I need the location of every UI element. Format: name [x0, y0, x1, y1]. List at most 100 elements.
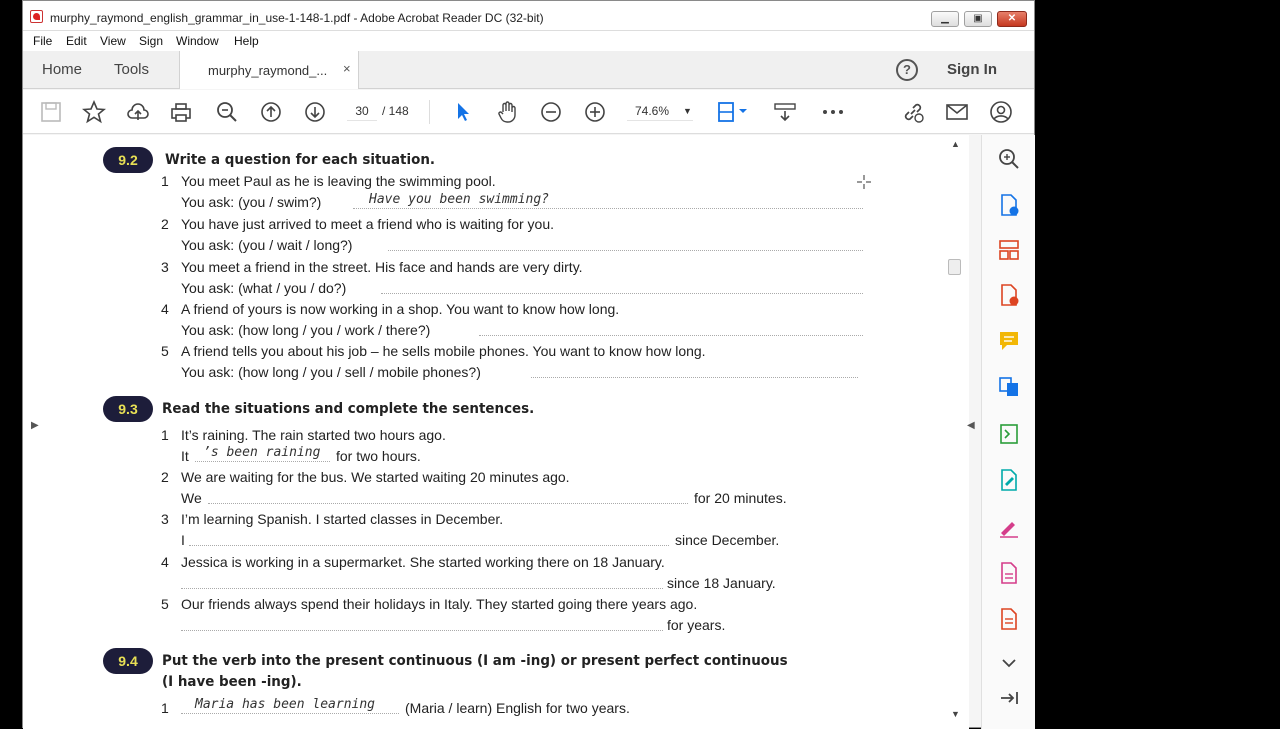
answer-line	[181, 630, 663, 631]
item-start: I	[181, 532, 185, 548]
share-link-icon[interactable]	[901, 100, 925, 124]
menu-edit[interactable]: Edit	[66, 34, 87, 48]
next-page-icon[interactable]	[303, 100, 327, 124]
close-window-button[interactable]: ✕	[997, 11, 1027, 27]
menu-view[interactable]: View	[100, 34, 126, 48]
tab-close-icon[interactable]: ×	[343, 61, 351, 76]
select-cursor-icon[interactable]	[451, 100, 475, 124]
help-icon[interactable]: ?	[896, 59, 918, 81]
left-panel-toggle-icon[interactable]: ▶	[31, 420, 39, 431]
protect-pdf-icon[interactable]	[997, 607, 1021, 631]
organize-pages-icon[interactable]	[997, 238, 1021, 262]
answer-line	[208, 503, 688, 504]
item-end: since 18 January.	[667, 575, 776, 591]
create-pdf-icon[interactable]	[997, 283, 1021, 307]
scrollbar-thumb[interactable]	[948, 259, 961, 275]
chevron-down-icon[interactable]	[997, 651, 1021, 675]
add-user-icon[interactable]	[989, 100, 1013, 124]
item-end: for two hours.	[336, 448, 421, 464]
email-icon[interactable]	[945, 100, 969, 124]
fit-page-icon[interactable]	[717, 100, 751, 124]
item-text: Our friends always spend their holidays …	[181, 596, 698, 612]
edit-pdf-icon[interactable]	[997, 468, 1021, 492]
crosshair-cursor-icon	[857, 175, 871, 189]
acrobat-app-icon	[30, 10, 43, 23]
item-prompt: You ask: (what / you / do?)	[181, 280, 347, 296]
heading-part: Put the verb into the present continuous	[162, 653, 477, 669]
sign-in-button[interactable]: Sign In	[947, 61, 997, 78]
heading-part: or present perfect continuous	[556, 653, 788, 669]
minimize-button[interactable]: ▁	[931, 11, 959, 27]
zoom-level-select[interactable]: 74.6% ▼	[627, 101, 693, 121]
zoom-out-icon[interactable]	[539, 100, 563, 124]
toolbar: 30 / 148 74.6% ▼	[23, 90, 1034, 134]
item-prompt: You ask: (how long / you / work / there?…	[181, 322, 431, 338]
answer-line	[195, 461, 330, 462]
tab-home[interactable]: Home	[42, 61, 82, 78]
document-icon[interactable]	[997, 561, 1021, 585]
item-number: 1	[161, 700, 169, 716]
scroll-up-icon[interactable]: ▲	[951, 139, 960, 149]
more-tools-icon[interactable]	[821, 100, 845, 124]
exercise-badge: 9.4	[103, 648, 153, 674]
page-number-input[interactable]: 30	[347, 101, 377, 121]
exercise-badge: 9.3	[103, 396, 153, 422]
item-start: It	[181, 448, 189, 464]
page-total: / 148	[382, 104, 409, 118]
handwritten-answer: Have you been swimming?	[369, 192, 550, 207]
vertical-scrollbar[interactable]: ▲ ▼	[943, 135, 967, 729]
toolbar-divider	[429, 100, 430, 124]
item-text: You have just arrived to meet a friend w…	[181, 216, 555, 232]
menu-help[interactable]: Help	[234, 34, 259, 48]
print-icon[interactable]	[169, 100, 193, 124]
item-text: Jessica is working in a supermarket. She…	[181, 554, 665, 570]
collapse-pane-icon[interactable]	[997, 686, 1021, 710]
zoom-search-icon[interactable]	[215, 100, 239, 124]
tab-document[interactable]: murphy_raymond_... ×	[179, 51, 359, 89]
menu-window[interactable]: Window	[176, 34, 219, 48]
fill-sign-icon[interactable]	[997, 515, 1021, 539]
answer-line	[181, 588, 663, 589]
upload-cloud-icon[interactable]	[126, 100, 150, 124]
item-prompt: You ask: (you / swim?)	[181, 194, 322, 210]
right-panel-toggle-icon[interactable]: ◀	[967, 420, 975, 431]
menu-file[interactable]: File	[33, 34, 52, 48]
scroll-down-icon[interactable]: ▼	[951, 709, 960, 719]
handwritten-answer: Maria has been learning	[195, 697, 376, 712]
item-text: (Maria / learn) English for two years.	[405, 700, 630, 716]
chevron-down-icon: ▼	[683, 106, 692, 116]
zoom-in-icon[interactable]	[583, 100, 607, 124]
item-number: 5	[161, 343, 169, 359]
tab-tools[interactable]: Tools	[114, 61, 149, 78]
item-text: We are waiting for the bus. We started w…	[181, 469, 570, 485]
zoom-search-icon[interactable]	[997, 147, 1021, 171]
item-number: 2	[161, 216, 169, 232]
answer-line	[353, 208, 863, 209]
item-number: 4	[161, 301, 169, 317]
exercise-heading: Write a question for each situation.	[165, 152, 436, 168]
answer-line	[189, 545, 669, 546]
bookmark-star-icon[interactable]	[81, 99, 107, 124]
item-text: It’s raining. The rain started two hours…	[181, 427, 446, 443]
item-end: for 20 minutes.	[694, 490, 787, 506]
answer-line	[531, 377, 858, 378]
hand-tool-icon[interactable]	[495, 100, 519, 124]
save-icon[interactable]	[39, 100, 63, 124]
menu-sign[interactable]: Sign	[139, 34, 163, 48]
export-pdf-icon[interactable]	[997, 193, 1021, 217]
comment-icon[interactable]	[997, 329, 1021, 353]
answer-line	[388, 250, 863, 251]
previous-page-icon[interactable]	[259, 100, 283, 124]
item-prompt: You ask: (you / wait / long?)	[181, 237, 353, 253]
compress-pdf-icon[interactable]	[997, 422, 1021, 446]
document-view[interactable]: ▶ ◀ 9.2 Write a question for each situat…	[23, 135, 975, 729]
item-text: I’m learning Spanish. I started classes …	[181, 511, 504, 527]
item-number: 3	[161, 511, 169, 527]
item-start: We	[181, 490, 202, 506]
combine-files-icon[interactable]	[997, 375, 1021, 399]
maximize-button[interactable]: ▣	[964, 11, 992, 27]
exercise-heading: Read the situations and complete the sen…	[162, 401, 535, 417]
tab-bar: Home Tools murphy_raymond_... × ? Sign I…	[23, 51, 1034, 89]
answer-line	[381, 293, 863, 294]
scroll-mode-icon[interactable]	[773, 100, 797, 124]
